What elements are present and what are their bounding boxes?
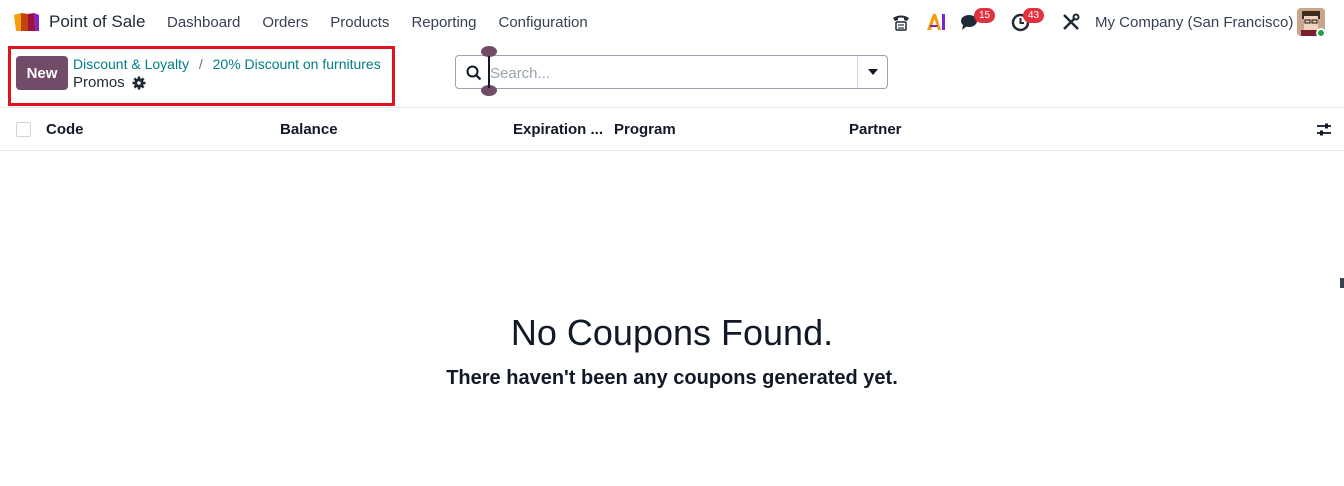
empty-state-subtitle: There haven't been any coupons generated… [446, 367, 898, 389]
column-code[interactable]: Code [46, 121, 84, 138]
breadcrumb-program[interactable]: 20% Discount on furnitures [213, 56, 381, 72]
page-title: Promos [73, 74, 125, 91]
ai-icon[interactable] [926, 13, 946, 31]
menu-item-configuration[interactable]: Configuration [498, 14, 587, 31]
main-menu: Dashboard Orders Products Reporting Conf… [167, 14, 610, 31]
text-cursor [488, 56, 490, 88]
pos-logo-icon[interactable] [12, 11, 41, 33]
menu-item-orders[interactable]: Orders [262, 14, 308, 31]
column-program[interactable]: Program [614, 121, 676, 138]
tools-icon[interactable] [1062, 13, 1080, 31]
column-expiration[interactable]: Expiration ... [513, 121, 603, 138]
menu-item-reporting[interactable]: Reporting [411, 14, 476, 31]
optional-columns-icon[interactable] [1316, 122, 1332, 138]
window-edge-marker [1340, 278, 1344, 288]
gear-icon[interactable] [132, 76, 146, 90]
top-navbar: Point of Sale Dashboard Orders Products … [0, 0, 1344, 45]
search-icon[interactable] [466, 65, 482, 81]
breadcrumb-discount-loyalty[interactable]: Discount & Loyalty [73, 56, 189, 72]
select-all-checkbox[interactable] [16, 122, 31, 137]
caret-down-icon [868, 69, 878, 75]
menu-item-products[interactable]: Products [330, 14, 389, 31]
company-switcher[interactable]: My Company (San Francisco) [1095, 14, 1293, 31]
search-options-toggle[interactable] [858, 56, 888, 88]
breadcrumb: Discount & Loyalty / 20% Discount on fur… [73, 56, 381, 72]
search-bar [455, 55, 888, 89]
table-header: Code Balance Expiration ... Program Part… [0, 107, 1344, 151]
column-partner[interactable]: Partner [849, 121, 902, 138]
menu-item-dashboard[interactable]: Dashboard [167, 14, 240, 31]
column-balance[interactable]: Balance [280, 121, 338, 138]
new-button[interactable]: New [16, 56, 68, 90]
app-name[interactable]: Point of Sale [49, 12, 145, 32]
empty-state-title: No Coupons Found. [510, 312, 834, 353]
online-status-icon [1316, 28, 1326, 38]
activities-badge: 43 [1023, 8, 1045, 23]
messages-badge: 15 [974, 8, 996, 23]
breadcrumb-separator: / [198, 56, 203, 72]
phone-icon[interactable] [891, 12, 911, 32]
page-title-row: Promos [73, 74, 146, 91]
search-input[interactable] [490, 63, 850, 83]
